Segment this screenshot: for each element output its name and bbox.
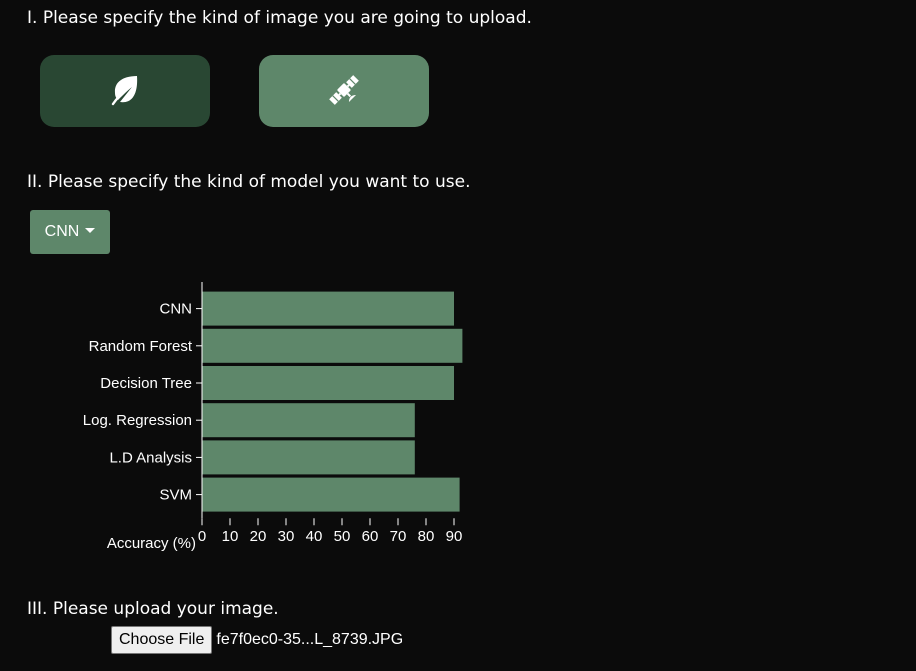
y-tick-label-5: SVM [159, 487, 192, 504]
x-tick-label-2: 20 [250, 528, 267, 545]
satellite-icon [326, 72, 362, 111]
x-tick-label-5: 50 [334, 528, 351, 545]
caret-down-icon [85, 228, 96, 233]
plant-image-button[interactable] [40, 55, 210, 127]
satellite-image-button[interactable] [259, 55, 429, 127]
bar-5 [202, 477, 460, 512]
y-tick-label-4: L.D Analysis [109, 449, 192, 466]
y-tick-label-1: Random Forest [89, 338, 193, 355]
upload-heading: III. Please upload your image. [27, 599, 279, 619]
model-dropdown-label: CNN [44, 223, 80, 240]
bar-2 [202, 366, 454, 400]
x-tick-label-7: 70 [390, 528, 407, 545]
x-tick-label-0: 0 [198, 528, 206, 545]
x-tick-label-8: 80 [418, 528, 435, 545]
y-tick-label-3: Log. Regression [83, 412, 192, 429]
page: I. Please specify the kind of image you … [0, 0, 916, 671]
x-axis-label: Accuracy (%) [107, 535, 196, 552]
y-tick-label-0: CNN [160, 301, 193, 318]
file-upload: Choose File fe7f0ec0-35...L_8739.JPG [111, 626, 403, 654]
y-tick-label-2: Decision Tree [100, 375, 192, 392]
leaf-icon [108, 73, 142, 110]
bar-0 [202, 291, 454, 326]
bar-3 [202, 403, 415, 438]
x-tick-label-3: 30 [278, 528, 295, 545]
accuracy-chart: CNN Random Forest Decision Tree Log. Regres… [83, 282, 463, 552]
x-tick-label-1: 10 [222, 528, 239, 545]
model-dropdown[interactable]: CNN [30, 210, 110, 254]
image-type-heading: I. Please specify the kind of image you … [27, 8, 532, 28]
choose-file-button[interactable]: Choose File [111, 626, 213, 654]
bar-1 [202, 328, 463, 363]
x-tick-label-4: 40 [306, 528, 323, 545]
model-heading: II. Please specify the kind of model you… [27, 172, 471, 192]
x-tick-label-9: 90 [446, 528, 463, 545]
x-tick-label-6: 60 [362, 528, 379, 545]
selected-file-name: fe7f0ec0-35...L_8739.JPG [216, 631, 404, 648]
bar-4 [202, 440, 415, 475]
